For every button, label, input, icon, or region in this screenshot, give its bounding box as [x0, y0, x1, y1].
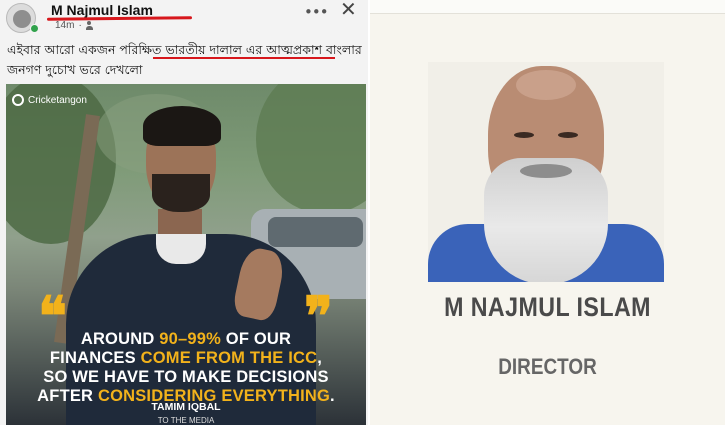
quote-line: AROUND 90–99% OF OUR	[80, 330, 292, 348]
quote-text: AROUND 90–99% OF OUR FINANCES COME FROM …	[6, 330, 366, 406]
director-name: M NAJMUL ISLAM	[444, 292, 651, 322]
car-window	[268, 217, 363, 247]
quote-highlight: 90–99%	[159, 330, 221, 348]
quote-line: FINANCES COME FROM THE ICC,	[49, 349, 323, 367]
person-beard	[152, 174, 210, 212]
card-top-bar	[370, 0, 725, 14]
director-portrait	[428, 62, 664, 282]
quote-highlight: COME FROM THE ICC	[140, 349, 318, 367]
director-title: DIRECTOR	[498, 354, 597, 379]
quote-author: TAMIM IQBAL	[151, 401, 221, 413]
avatar-image	[13, 10, 31, 28]
friends-icon	[85, 21, 97, 30]
portrait-eye	[558, 132, 578, 138]
quote-source: TO THE MEDIA	[157, 416, 215, 425]
post-time[interactable]: 14m	[55, 20, 74, 31]
facebook-post: M Najmul Islam 14m · ••• ✕ এইবার আরো একজ…	[0, 0, 368, 425]
cricketangon-watermark: Cricketangon	[12, 94, 87, 106]
person-collar	[156, 234, 206, 264]
post-header: M Najmul Islam 14m · ••• ✕	[0, 0, 368, 36]
watermark-text: Cricketangon	[28, 94, 87, 106]
portrait-eye	[514, 132, 534, 138]
post-text: এইবার আরো একজন পরিক্ষিত ভারতীয় দালাল এর…	[7, 42, 362, 77]
post-meta: 14m ·	[55, 20, 97, 31]
director-profile-card: M NAJMUL ISLAM DIRECTOR	[370, 0, 725, 425]
portrait-head-shine	[516, 70, 576, 100]
background-tree	[6, 84, 116, 244]
portrait-mustache	[520, 164, 572, 178]
author-name-link[interactable]: M Najmul Islam	[51, 2, 153, 18]
quote-line: SO WE HAVE TO MAKE DECISIONS	[43, 368, 329, 386]
more-dots-icon[interactable]: •••	[304, 3, 329, 21]
post-image[interactable]: Cricketangon ❝ ❞ AROUND 90–99% OF OUR FI…	[6, 84, 366, 425]
red-annotation-underline	[153, 57, 335, 59]
close-icon[interactable]: ✕	[340, 0, 357, 21]
background-tree	[256, 84, 366, 214]
cricket-logo-icon	[12, 94, 24, 106]
online-status-dot	[30, 24, 39, 33]
person-hair	[143, 106, 221, 146]
